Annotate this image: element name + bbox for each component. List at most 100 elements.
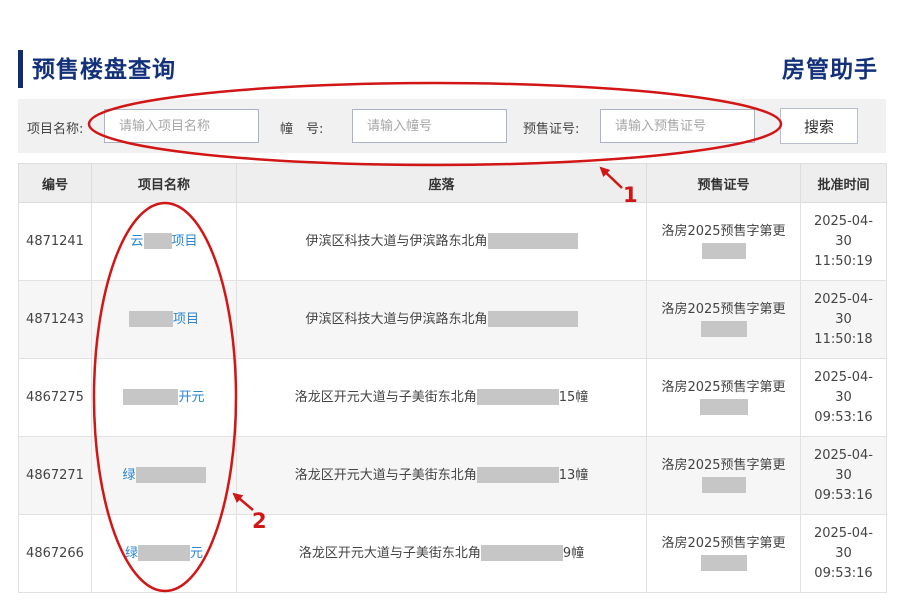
cell-location: 伊滨区科技大道与伊滨路东北角: [236, 202, 647, 281]
building-number-label: 幢 号:: [280, 122, 324, 137]
table-row: 4867275 开元 洛龙区开元大道与子美街东北角 15幢 洛房2025预售字第更…: [18, 358, 887, 437]
project-link[interactable]: 云 项目: [130, 233, 198, 249]
redaction-mask: [138, 545, 190, 561]
title-accent-bar: [18, 50, 23, 88]
redaction-mask: [487, 311, 578, 327]
cell-project: 绿: [91, 436, 237, 515]
page-title: 预售楼盘查询: [32, 57, 176, 83]
date-text: 2025-04-: [813, 369, 873, 385]
date-text: 2025-04-: [813, 525, 873, 541]
redaction-mask: [699, 399, 748, 415]
cell-license: 洛房2025预售字第更: [646, 514, 801, 593]
annotation-label-1: 1: [623, 183, 638, 207]
cell-location: 洛龙区开元大道与子美街东北角 9幢: [236, 514, 647, 593]
table-row: 4867271 绿 洛龙区开元大道与子美街东北角 13幢 洛房2025预售字第更 …: [18, 436, 887, 515]
time-text: 09:53:16: [814, 487, 873, 503]
project-link[interactable]: 项目: [128, 311, 199, 327]
results-table: 编号 项目名称 座落 预售证号 批准时间 4871241 云项目 伊滨区科技大道…: [18, 163, 887, 593]
project-name-start: 绿: [122, 467, 136, 483]
date-day: 30: [835, 233, 852, 249]
project-name-label: 项目名称:: [27, 122, 84, 137]
redaction-mask: [135, 467, 206, 483]
cell-id: 4871243: [18, 280, 92, 359]
date-text: 2025-04-: [813, 213, 873, 229]
column-header-project: 项目名称: [91, 163, 237, 203]
redaction-mask: [700, 555, 747, 571]
annotation-label-2: 2: [252, 509, 267, 533]
table-row: 4871243 项目 伊滨区科技大道与伊滨路东北角 洛房2025预售字第更 20…: [18, 280, 887, 359]
presale-license-input[interactable]: [600, 109, 755, 143]
building-number-input[interactable]: [352, 109, 507, 143]
column-header-date: 批准时间: [800, 163, 887, 203]
date-day: 30: [835, 545, 852, 561]
cell-date: 2025-04- 30 09:53:16: [800, 358, 887, 437]
license-text: 洛房2025预售字第更: [661, 535, 786, 551]
date-day: 30: [835, 467, 852, 483]
license-text: 洛房2025预售字第更: [661, 301, 786, 317]
cell-license: 洛房2025预售字第更: [646, 280, 801, 359]
cell-license: 洛房2025预售字第更: [646, 358, 801, 437]
cell-license: 洛房2025预售字第更: [646, 202, 801, 281]
cell-location: 洛龙区开元大道与子美街东北角 13幢: [236, 436, 647, 515]
redaction-mask: [700, 321, 747, 337]
project-name-start: 云: [130, 233, 144, 249]
project-name-end: 项目: [172, 311, 199, 327]
project-name-end: 项目: [171, 233, 198, 249]
redaction-mask: [476, 467, 559, 483]
time-text: 11:50:19: [814, 253, 873, 269]
cell-project: 项目: [91, 280, 237, 359]
project-link[interactable]: 绿: [122, 467, 206, 483]
time-text: 09:53:16: [814, 565, 873, 581]
project-link[interactable]: 绿元: [124, 545, 204, 561]
column-header-license: 预售证号: [646, 163, 801, 203]
redaction-mask: [480, 545, 563, 561]
cell-id: 4867271: [18, 436, 92, 515]
time-text: 09:53:16: [814, 409, 873, 425]
project-name-input[interactable]: [104, 109, 259, 143]
location-suffix: 9幢: [562, 545, 585, 561]
cell-location: 伊滨区科技大道与伊滨路东北角: [236, 280, 647, 359]
cell-date: 2025-04- 30 09:53:16: [800, 514, 887, 593]
project-name-end: 开元: [178, 389, 205, 405]
license-text: 洛房2025预售字第更: [661, 457, 786, 473]
column-header-location: 座落: [236, 163, 647, 203]
cell-id: 4867266: [18, 514, 92, 593]
table-row: 4871241 云 项目 伊滨区科技大道与伊滨路东北角 洛房2025预售字第更 2…: [18, 202, 887, 281]
table-row: 4867266 绿元 洛龙区开元大道与子美街东北角 9幢 洛房2025预售字第更 …: [18, 514, 887, 593]
column-header-id: 编号: [18, 163, 92, 203]
cell-id: 4871241: [18, 202, 92, 281]
license-text: 洛房2025预售字第更: [661, 379, 786, 395]
presale-license-label: 预售证号:: [523, 122, 580, 137]
cell-date: 2025-04- 30 11:50:19: [800, 202, 887, 281]
redaction-mask: [701, 477, 746, 493]
redaction-mask: [143, 233, 172, 249]
location-text: 洛龙区开元大道与子美街东北角: [294, 389, 477, 405]
cell-project: 绿元: [91, 514, 237, 593]
cell-date: 2025-04- 30 11:50:18: [800, 280, 887, 359]
location-text: 伊滨区科技大道与伊滨路东北角: [305, 311, 488, 327]
time-text: 11:50:18: [814, 331, 873, 347]
redaction-mask: [701, 243, 746, 259]
date-day: 30: [835, 311, 852, 327]
location-text: 洛龙区开元大道与子美街东北角: [298, 545, 481, 561]
brand-name: 房管助手: [782, 57, 878, 83]
license-text: 洛房2025预售字第更: [661, 223, 786, 239]
project-name-start: 绿: [124, 545, 138, 561]
redaction-mask: [476, 389, 559, 405]
date-text: 2025-04-: [813, 291, 873, 307]
redaction-mask: [487, 233, 578, 249]
cell-license: 洛房2025预售字第更: [646, 436, 801, 515]
cell-project: 云 项目: [91, 202, 237, 281]
cell-location: 洛龙区开元大道与子美街东北角 15幢: [236, 358, 647, 437]
project-name-end: 元: [190, 545, 204, 561]
cell-id: 4867275: [18, 358, 92, 437]
location-suffix: 13幢: [558, 467, 589, 483]
table-header-row: 编号 项目名称 座落 预售证号 批准时间: [18, 163, 887, 203]
date-day: 30: [835, 389, 852, 405]
location-text: 洛龙区开元大道与子美街东北角: [294, 467, 477, 483]
location-text: 伊滨区科技大道与伊滨路东北角: [305, 233, 488, 249]
project-link[interactable]: 开元: [123, 389, 205, 405]
search-button[interactable]: 搜索: [780, 108, 858, 144]
search-bar: 项目名称: 幢 号: 预售证号: 搜索: [18, 99, 886, 153]
cell-date: 2025-04- 30 09:53:16: [800, 436, 887, 515]
